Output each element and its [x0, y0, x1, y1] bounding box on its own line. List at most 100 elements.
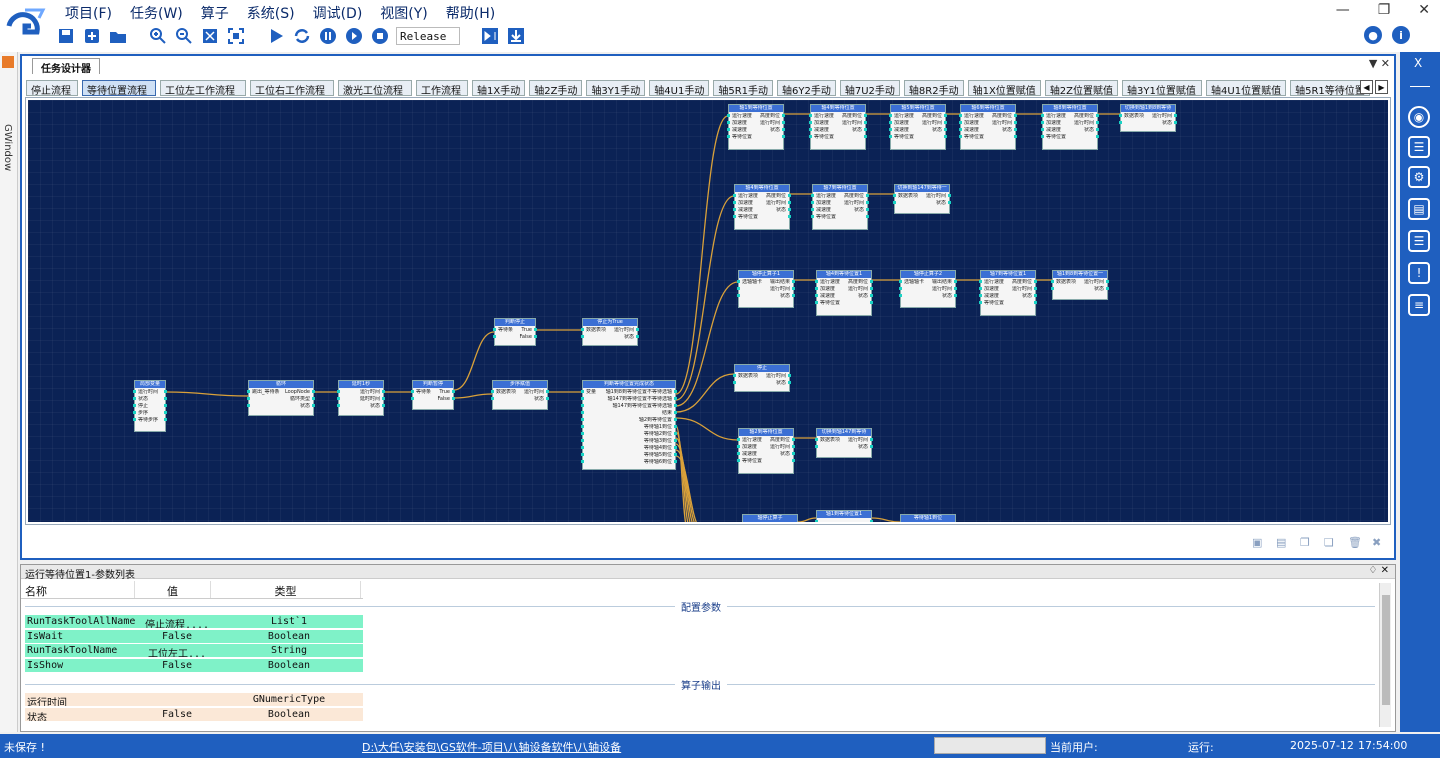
output-pin[interactable] [674, 439, 677, 442]
input-pin[interactable] [733, 194, 736, 197]
paste-icon[interactable]: ❏ [1324, 536, 1336, 549]
input-pin[interactable] [581, 453, 584, 456]
input-pin[interactable] [733, 374, 736, 377]
input-pin[interactable] [727, 128, 730, 131]
panel-close-icon[interactable]: ✕ [1381, 57, 1390, 70]
group-icon[interactable]: ▤ [1276, 536, 1288, 549]
param-row[interactable]: 状态 False Boolean [25, 707, 363, 722]
output-pin[interactable] [1106, 280, 1109, 283]
connection-wire[interactable] [871, 517, 901, 522]
output-pin[interactable] [944, 114, 947, 117]
output-pin[interactable] [954, 280, 957, 283]
input-pin[interactable] [893, 201, 896, 204]
pin-icon[interactable]: ♢ [1368, 565, 1377, 576]
download-icon[interactable] [506, 26, 526, 46]
output-pin[interactable] [164, 404, 167, 407]
output-pin[interactable] [674, 397, 677, 400]
input-pin[interactable] [815, 301, 818, 304]
output-pin[interactable] [382, 390, 385, 393]
input-pin[interactable] [491, 397, 494, 400]
output-pin[interactable] [1174, 121, 1177, 124]
tab-11[interactable]: 轴6Y2手动 [777, 80, 836, 97]
output-pin[interactable] [782, 128, 785, 131]
panel-tab[interactable]: 任务设计器 [32, 58, 100, 75]
close-icon[interactable]: ✕ [1418, 2, 1430, 18]
output-pin[interactable] [866, 215, 869, 218]
output-pin[interactable] [674, 453, 677, 456]
output-pin[interactable] [792, 452, 795, 455]
param-row[interactable]: RunTaskToolAllName 停止流程,... List`1 [25, 615, 363, 629]
connection-wire[interactable] [675, 281, 739, 407]
output-pin[interactable] [954, 294, 957, 297]
tab-9[interactable]: 轴4U1手动 [649, 80, 710, 97]
connection-wire[interactable] [675, 115, 729, 395]
menu-help[interactable]: 帮助(H) [437, 1, 504, 23]
output-pin[interactable] [534, 328, 537, 331]
align-icon[interactable]: ▣ [1252, 536, 1264, 549]
save-icon[interactable] [56, 26, 76, 46]
input-pin[interactable] [581, 328, 584, 331]
copy-icon[interactable]: ❐ [1300, 536, 1312, 549]
connection-wire[interactable] [165, 391, 249, 397]
input-pin[interactable] [581, 432, 584, 435]
output-pin[interactable] [164, 411, 167, 414]
loop-icon[interactable] [292, 26, 312, 46]
input-pin[interactable] [1041, 114, 1044, 117]
input-pin[interactable] [1041, 128, 1044, 131]
tab-0[interactable]: 停止流程 [26, 80, 78, 97]
output-pin[interactable] [782, 114, 785, 117]
output-pin[interactable] [788, 374, 791, 377]
output-pin[interactable] [1014, 128, 1017, 131]
input-pin[interactable] [727, 114, 730, 117]
restore-icon[interactable]: ❐ [1378, 2, 1391, 18]
output-pin[interactable] [674, 460, 677, 463]
input-pin[interactable] [889, 135, 892, 138]
input-pin[interactable] [889, 121, 892, 124]
input-pin[interactable] [809, 114, 812, 117]
flow-node[interactable]: 轴8到等待位置 运行速度 加速度 减速度 等待位置 高度到位 运行时间 状态 [1041, 104, 1099, 150]
layers-icon[interactable]: ☰ [1408, 230, 1430, 252]
output-pin[interactable] [954, 287, 957, 290]
output-pin[interactable] [1106, 287, 1109, 290]
delete-icon[interactable]: 🗑 [1348, 536, 1362, 549]
input-pin[interactable] [737, 452, 740, 455]
tab-left-icon[interactable]: ◀ [1360, 80, 1373, 94]
output-pin[interactable] [674, 390, 677, 393]
flow-node[interactable]: 延时1秒 运行时间 延时时间 状态 [337, 380, 385, 416]
output-pin[interactable] [1014, 121, 1017, 124]
output-pin[interactable] [866, 194, 869, 197]
connection-wire[interactable] [797, 517, 817, 522]
flow-node[interactable]: 切换到轴147到等待一 数据表项 运行时间 状态 [893, 184, 951, 214]
flow-node[interactable]: 判断暂停 等待条 True False [411, 380, 455, 410]
output-pin[interactable] [546, 390, 549, 393]
tab-10[interactable]: 轴5R1手动 [713, 80, 774, 97]
input-pin[interactable] [899, 294, 902, 297]
input-pin[interactable] [337, 397, 340, 400]
output-pin[interactable] [1034, 294, 1037, 297]
input-pin[interactable] [1051, 280, 1054, 283]
output-pin[interactable] [792, 294, 795, 297]
output-pin[interactable] [944, 128, 947, 131]
add-icon[interactable] [82, 26, 102, 46]
operator-icon[interactable]: ◉ [1408, 106, 1430, 128]
input-pin[interactable] [737, 438, 740, 441]
tab-7[interactable]: 轴2Z手动 [529, 80, 583, 97]
input-pin[interactable] [581, 460, 584, 463]
output-pin[interactable] [864, 135, 867, 138]
input-pin[interactable] [811, 215, 814, 218]
input-pin[interactable] [411, 397, 414, 400]
input-pin[interactable] [1041, 121, 1044, 124]
output-pin[interactable] [782, 135, 785, 138]
output-pin[interactable] [792, 287, 795, 290]
input-pin[interactable] [815, 287, 818, 290]
output-pin[interactable] [534, 335, 537, 338]
input-pin[interactable] [337, 390, 340, 393]
input-pin[interactable] [737, 459, 740, 462]
tab-8[interactable]: 轴3Y1手动 [586, 80, 646, 97]
tab-18[interactable]: 轴5R1等待位置 [1290, 80, 1370, 97]
flow-node[interactable]: 局部变量 运行时间 状态 停止 步序 等待步序 [133, 380, 167, 432]
output-pin[interactable] [674, 432, 677, 435]
param-row[interactable]: 运行时间 GNumericType [25, 693, 363, 707]
flow-node[interactable]: 停止为True 数据表项 运行时间 状态 [581, 318, 639, 346]
run-icon[interactable] [266, 26, 286, 46]
